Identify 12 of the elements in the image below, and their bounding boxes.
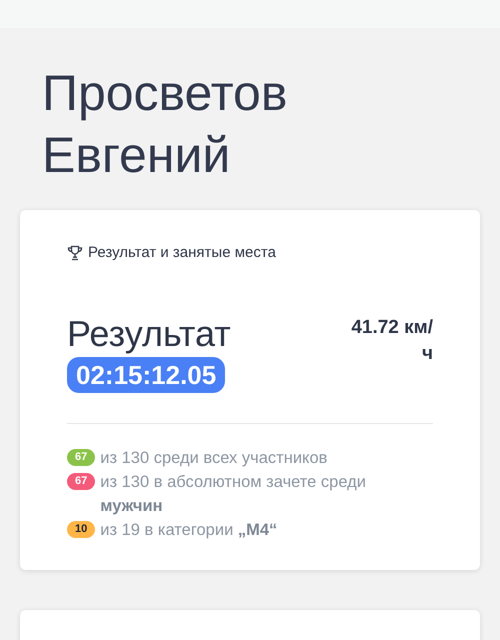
athlete-name: Просветов Евгений (42, 64, 288, 185)
place-badge: 67 (67, 473, 96, 490)
speed-value: 41.72 км/ч (350, 316, 433, 366)
rank-text: из 19 в категории „M4“ (100, 520, 278, 541)
trophy-icon (67, 244, 83, 260)
result-label: Результат (67, 313, 231, 355)
place-badge: 10 (67, 521, 96, 538)
place-badge: 67 (67, 449, 96, 466)
rank-text: из 130 среди всех участников (100, 448, 328, 469)
time-badge: 02:15:12.05 (67, 357, 226, 393)
card-title: Результат и занятые места (88, 244, 276, 261)
rank-text: из 130 в абсолютном зачете среди мужчин (100, 472, 368, 517)
